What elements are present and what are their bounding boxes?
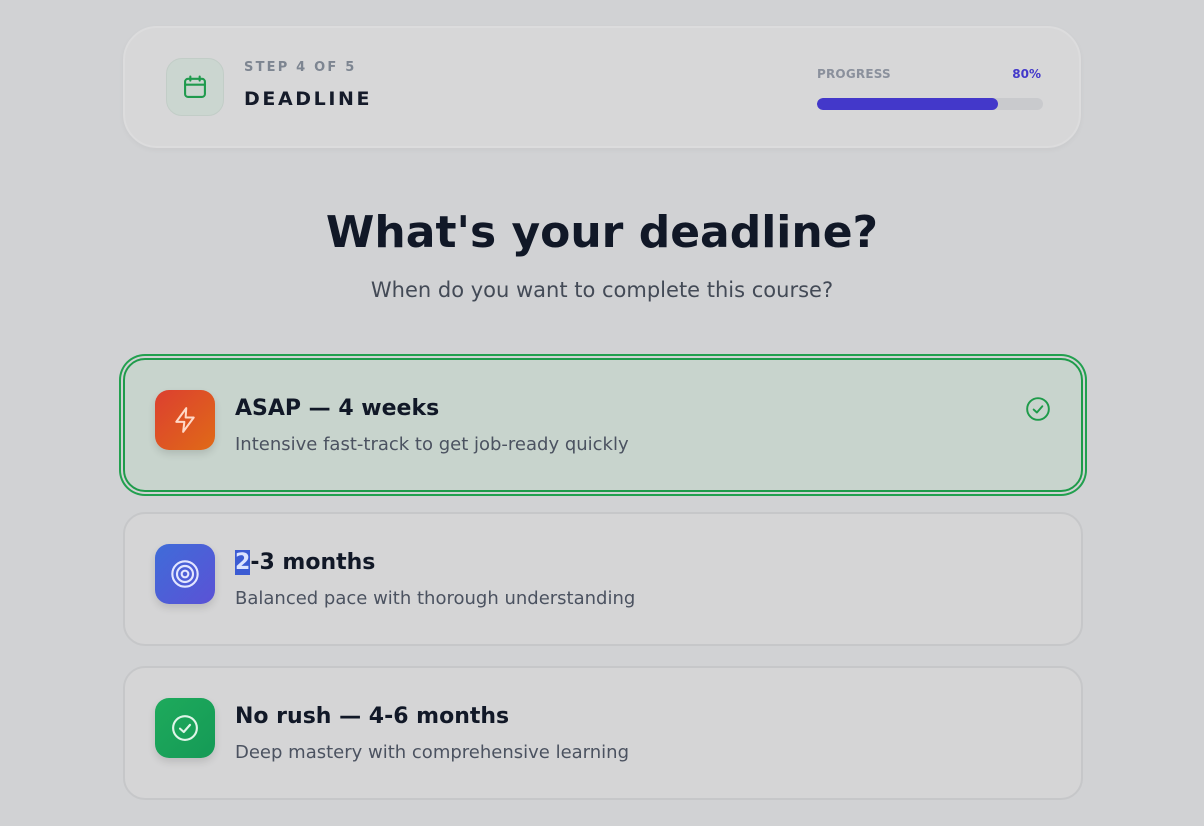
page-title: What's your deadline? [325, 207, 879, 258]
calendar-icon [166, 58, 224, 116]
progress-bar-fill [817, 98, 998, 110]
option-title: 2-3 months [235, 550, 375, 575]
option-no-rush[interactable]: No rush — 4-6 months Deep mastery with c… [123, 666, 1083, 800]
step-counter: STEP 4 OF 5 [244, 60, 357, 75]
step-header-card: STEP 4 OF 5 DEADLINE PROGRESS 80% [123, 26, 1081, 148]
lightning-bolt-icon [155, 390, 215, 450]
option-asap[interactable]: ASAP — 4 weeks Intensive fast-track to g… [123, 358, 1083, 492]
progress-percent: 80% [1012, 67, 1041, 81]
target-icon [155, 544, 215, 604]
check-circle-icon [155, 698, 215, 758]
selected-check-icon [1025, 396, 1051, 426]
option-description: Deep mastery with comprehensive learning [235, 742, 630, 763]
step-title: DEADLINE [244, 88, 373, 110]
option-description: Balanced pace with thorough understandin… [235, 588, 636, 609]
option-title: No rush — 4-6 months [235, 704, 510, 729]
page-subtitle: When do you want to complete this course… [370, 278, 834, 302]
option-title: ASAP — 4 weeks [235, 396, 440, 421]
progress-label: PROGRESS [817, 67, 891, 81]
text-selection-highlight: 2 [235, 550, 251, 575]
progress-bar [817, 98, 1043, 110]
option-description: Intensive fast-track to get job-ready qu… [235, 434, 629, 455]
option-2-3-months[interactable]: 2-3 months Balanced pace with thorough u… [123, 512, 1083, 646]
option-title-rest: -3 months [250, 550, 376, 575]
